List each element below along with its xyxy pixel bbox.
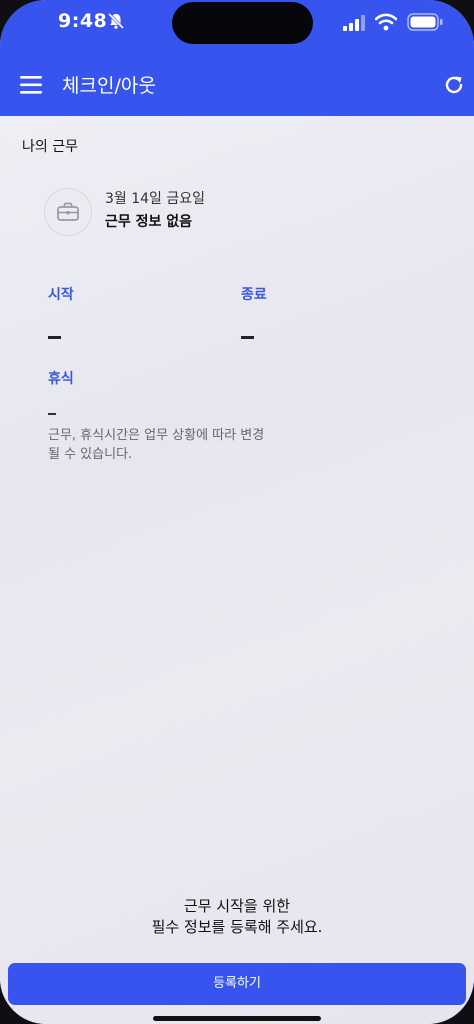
refresh-icon[interactable] — [443, 74, 465, 96]
status-time: 9:48 — [58, 10, 108, 32]
schedule-note: 근무, 휴식시간은 업무 상황에 따라 변경될 수 있습니다. — [48, 428, 265, 462]
section-title: 나의 근무 — [22, 139, 78, 155]
registration-message-line1: 근무 시작을 위한 — [183, 897, 291, 915]
main-content: 나의 근무 3월 14일 금요일 근무 정보 없음 시작 종료 휴식 근무, 휴… — [0, 116, 474, 1024]
registration-message: 근무 시작을 위한 필수 정보를 등록해 주세요. — [0, 896, 474, 938]
start-time-value — [48, 336, 61, 339]
status-bar: 9:48 — [0, 0, 474, 54]
briefcase-icon — [57, 202, 79, 221]
phone-screen: 9:48 체크인/아웃 나의 근무 3월 14일 금요일 근무 정보 없음 시작… — [0, 0, 474, 1024]
break-label: 휴식 — [48, 371, 74, 387]
work-date: 3월 14일 금요일 — [105, 191, 206, 207]
app-bar: 체크인/아웃 — [0, 54, 474, 116]
battery-icon — [407, 13, 443, 31]
end-time-value — [241, 336, 254, 339]
work-icon-circle — [44, 188, 92, 236]
break-time-value — [48, 413, 56, 415]
wifi-icon — [375, 13, 397, 31]
camera-notch — [172, 2, 313, 44]
menu-icon[interactable] — [20, 74, 44, 96]
registration-message-line2: 필수 정보를 등록해 주세요. — [151, 918, 323, 936]
end-label: 종료 — [241, 287, 267, 303]
bell-muted-icon — [107, 12, 125, 30]
work-status: 근무 정보 없음 — [105, 214, 193, 230]
page-title: 체크인/아웃 — [62, 75, 156, 97]
home-indicator — [153, 1016, 321, 1021]
signal-icon — [343, 15, 365, 31]
start-label: 시작 — [48, 287, 74, 303]
register-button[interactable]: 등록하기 — [8, 963, 466, 1005]
